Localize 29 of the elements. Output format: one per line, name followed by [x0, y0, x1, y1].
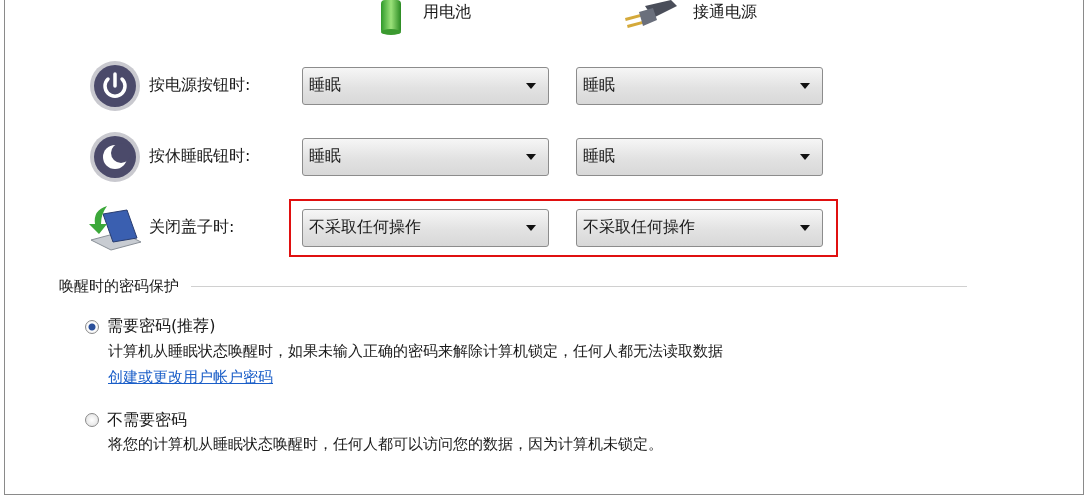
caret-icon [800, 153, 810, 160]
setting-label: 按休睡眠钮时: [149, 146, 252, 167]
caret-icon [526, 153, 536, 160]
setting-label: 关闭盖子时: [149, 217, 236, 238]
dropdown[interactable]: 睡眠 [576, 137, 823, 176]
moon-icon [89, 130, 141, 183]
caret-icon [800, 224, 810, 231]
dropdown[interactable]: 睡眠 [302, 66, 549, 105]
radio-option[interactable]: 不需要密码 [85, 409, 187, 431]
laptop-icon [87, 203, 143, 252]
dropdown[interactable]: 睡眠 [302, 137, 549, 176]
plug-icon [623, 0, 679, 30]
caret-icon [800, 82, 810, 89]
description-text: 将您的计算机从睡眠状态唤醒时，任何人都可以访问您的数据，因为计算机未锁定。 [108, 434, 664, 455]
radio-option[interactable]: 需要密码(推荐) [85, 316, 216, 337]
radio-button[interactable] [85, 413, 99, 427]
caret-icon [526, 224, 536, 231]
caret-icon [526, 82, 536, 89]
power-icon [89, 59, 141, 112]
dropdown[interactable]: 睡眠 [576, 66, 823, 105]
section-title: 唤醒时的密码保护 [59, 277, 179, 296]
description-text: 计算机从睡眠状态唤醒时，如果未输入正确的密码来解除计算机锁定，任何人都无法读取数据 [108, 340, 724, 362]
dropdown[interactable]: 不采取任何操作 [576, 208, 823, 247]
radio-button[interactable] [85, 319, 99, 334]
link[interactable]: 创建或更改用户帐户密码 [108, 367, 273, 386]
column-label: 用电池 [423, 1, 471, 22]
setting-label: 按电源按钮时: [149, 75, 252, 96]
dropdown[interactable]: 不采取任何操作 [302, 208, 549, 247]
column-label: 接通电源 [693, 1, 757, 22]
